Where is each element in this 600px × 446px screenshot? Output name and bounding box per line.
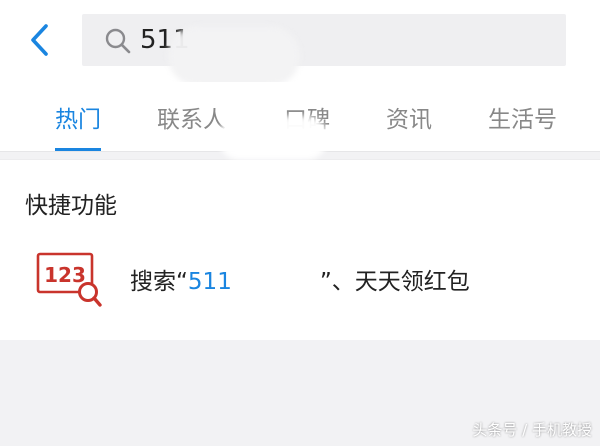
back-arrow-icon — [31, 24, 48, 56]
tab-contacts[interactable]: 联系人 — [157, 100, 226, 134]
number-search-icon: 123 — [36, 252, 102, 307]
quick-function-label: 搜索“511 ”、天天领红包 — [130, 262, 470, 296]
search-header — [0, 0, 600, 86]
active-tab-indicator — [55, 148, 101, 151]
search-box[interactable] — [82, 14, 566, 66]
redaction-blur — [168, 26, 300, 86]
section-title: 快捷功能 — [25, 193, 117, 219]
label-suffix: ”、天天领红包 — [319, 269, 470, 295]
tab-news[interactable]: 资讯 — [386, 100, 432, 134]
watermark: 头条号 / 手机教授 — [472, 421, 592, 439]
redaction-blur — [218, 116, 328, 160]
magnifier-icon — [105, 28, 131, 54]
icon-number-text: 123 — [44, 263, 86, 287]
tab-hot[interactable]: 热门 — [55, 100, 101, 134]
quick-function-item[interactable]: 123 搜索“511 ”、天天领红包 — [0, 240, 600, 320]
quick-functions-section: 快捷功能 123 搜索“511 ”、天天领红包 — [0, 160, 600, 340]
label-prefix: 搜索“ — [130, 269, 188, 295]
highlighted-query: 511 — [187, 269, 232, 295]
back-button[interactable] — [20, 18, 60, 62]
tab-life-account[interactable]: 生活号 — [488, 100, 557, 134]
search-page: 热门 联系人 口碑 资讯 生活号 快捷功能 123 搜索“511”、天天领红包 … — [0, 0, 600, 446]
